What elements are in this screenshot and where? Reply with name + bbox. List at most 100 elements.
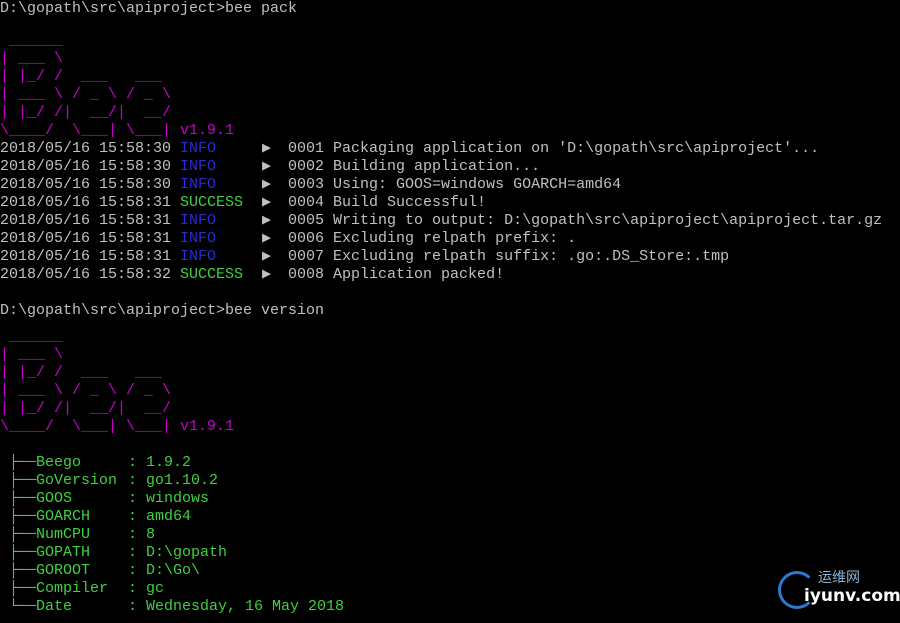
log-timestamp: 2018/05/16 15:58:30 (0, 140, 172, 157)
tree-branch-icon: ├── (0, 472, 37, 489)
log-message: 0004 Build Successful! (288, 194, 487, 211)
log-level-info: INFO (180, 212, 217, 229)
logo-art-line: | |_/ /| __/| __/ (0, 400, 172, 417)
tree-separator: : (128, 544, 147, 561)
bee-logo-1: ______ | ___ \ | |_/ / ___ ___ | ___ \ / _ … (0, 32, 900, 140)
bee-logo-2: ______ | ___ \ | |_/ / ___ ___ | ___ \ / _ … (0, 328, 900, 436)
arrow-icon: ▶ (262, 140, 272, 157)
tree-value: gc (146, 580, 165, 597)
log-level-info: INFO (180, 230, 217, 247)
log-line: 2018/05/16 15:58:31 INFO ▶ 0007 Excluding r… (0, 248, 900, 266)
log-line: 2018/05/16 15:58:31 INFO ▶ 0006 Excluding r… (0, 230, 900, 248)
watermark-logo: 运维网 iyunv.com (778, 569, 900, 615)
tree-branch-icon: ├── (0, 562, 37, 579)
arrow-icon: ▶ (262, 194, 272, 211)
logo-art-line: | ___ \ / _ \ / _ \ (0, 382, 172, 399)
log-level-success: SUCCESS (180, 194, 244, 211)
version-tree-item: ├──Compiler: gc (0, 580, 900, 598)
log-timestamp: 2018/05/16 15:58:31 (0, 248, 172, 265)
logo-art-line: | ___ \ (0, 50, 64, 67)
arrow-icon: ▶ (262, 266, 272, 283)
tree-separator: : (128, 454, 147, 471)
tree-value: D:\Go\ (146, 562, 201, 579)
tree-value: Wednesday, 16 May 2018 (146, 598, 345, 615)
log-timestamp: 2018/05/16 15:58:32 (0, 266, 172, 283)
tree-value: 1.9.2 (146, 454, 192, 471)
terminal-output: D:\gopath\src\apiproject>bee pack ______… (0, 0, 900, 616)
logo-art-line: | |_/ /| __/| __/ (0, 104, 172, 121)
tree-branch-icon: ├── (0, 508, 37, 525)
log-timestamp: 2018/05/16 15:58:30 (0, 176, 172, 193)
log-line: 2018/05/16 15:58:30 INFO ▶ 0002 Building ap… (0, 158, 900, 176)
version-tree-item: ├──NumCPU: 8 (0, 526, 900, 544)
log-level-info: INFO (180, 158, 217, 175)
log-line: 2018/05/16 15:58:31 INFO ▶ 0005 Writing to … (0, 212, 900, 230)
log-level-info: INFO (180, 248, 217, 265)
tree-value: D:\gopath (146, 544, 228, 561)
log-message: 0003 Using: GOOS=windows GOARCH=amd64 (288, 176, 622, 193)
tree-key: Beego (36, 454, 82, 471)
logo-art-line: | ___ \ (0, 346, 64, 363)
log-message: 0008 Application packed! (288, 266, 505, 283)
tree-separator: : (128, 526, 147, 543)
tree-value: 8 (146, 526, 156, 543)
command-line-pack: D:\gopath\src\apiproject>bee pack (0, 0, 298, 17)
tree-value: amd64 (146, 508, 192, 525)
arrow-icon: ▶ (262, 158, 272, 175)
tree-key: Compiler (36, 580, 109, 597)
log-level-info: INFO (180, 140, 217, 157)
tree-key: GOROOT (36, 562, 91, 579)
version-tree-item: └──Date: Wednesday, 16 May 2018 (0, 598, 900, 616)
logo-art-text: \____/ \___| \___| (0, 122, 172, 139)
log-level-info: INFO (180, 176, 217, 193)
logo-art-line: | ___ \ / _ \ / _ \ (0, 86, 172, 103)
arrow-icon: ▶ (262, 176, 272, 193)
logo-art-line: \____/ \___| \___| v1.9.1 (0, 122, 900, 140)
tree-separator: : (128, 508, 147, 525)
tree-branch-icon: ├── (0, 526, 37, 543)
logo-art-line: \____/ \___| \___| v1.9.1 (0, 418, 900, 436)
log-timestamp: 2018/05/16 15:58:31 (0, 212, 172, 229)
tree-key: GOARCH (36, 508, 91, 525)
tree-separator: : (128, 490, 147, 507)
arrow-icon: ▶ (262, 248, 272, 265)
tree-key: GoVersion (36, 472, 118, 489)
version-tree-item: ├──Beego: 1.9.2 (0, 454, 900, 472)
log-line: 2018/05/16 15:58:31 SUCCESS ▶ 0004 Build Su… (0, 194, 900, 212)
watermark-cn: 运维网 (818, 570, 860, 586)
command-line-version: D:\gopath\src\apiproject>bee version (0, 302, 325, 319)
logo-art-line: | |_/ / ___ ___ (0, 364, 163, 381)
log-message: 0006 Excluding relpath prefix: . (288, 230, 577, 247)
log-line: 2018/05/16 15:58:30 INFO ▶ 0001 Packaging a… (0, 140, 900, 158)
version-tree-item: ├──GOPATH: D:\gopath (0, 544, 900, 562)
watermark-en: iyunv.com (804, 586, 900, 606)
version-label: v1.9.1 (180, 122, 235, 139)
logo-art-text: \____/ \___| \___| (0, 418, 172, 435)
log-timestamp: 2018/05/16 15:58:30 (0, 158, 172, 175)
log-list: 2018/05/16 15:58:30 INFO ▶ 0001 Packaging a… (0, 140, 900, 284)
tree-key: GOOS (36, 490, 73, 507)
log-message: 0007 Excluding relpath suffix: .go:.DS_S… (288, 248, 730, 265)
tree-value: windows (146, 490, 210, 507)
logo-art-line: | |_/ / ___ ___ (0, 68, 163, 85)
log-message: 0001 Packaging application on 'D:\gopath… (288, 140, 820, 157)
log-level-success: SUCCESS (180, 266, 244, 283)
log-message: 0002 Building application... (288, 158, 541, 175)
log-timestamp: 2018/05/16 15:58:31 (0, 194, 172, 211)
tree-separator: : (128, 472, 147, 489)
version-tree-item: ├──GOROOT: D:\Go\ (0, 562, 900, 580)
version-label: v1.9.1 (180, 418, 235, 435)
tree-key: GOPATH (36, 544, 91, 561)
tree-branch-icon: ├── (0, 580, 37, 597)
version-tree-item: ├──GOOS: windows (0, 490, 900, 508)
arrow-icon: ▶ (262, 230, 272, 247)
tree-branch-icon: ├── (0, 490, 37, 507)
logo-art-line: ______ (0, 32, 64, 49)
tree-key: NumCPU (36, 526, 91, 543)
tree-branch-icon: ├── (0, 544, 37, 561)
log-line: 2018/05/16 15:58:30 INFO ▶ 0003 Using: GOOS… (0, 176, 900, 194)
version-tree-item: ├──GOARCH: amd64 (0, 508, 900, 526)
log-timestamp: 2018/05/16 15:58:31 (0, 230, 172, 247)
tree-value: go1.10.2 (146, 472, 219, 489)
tree-separator: : (128, 580, 147, 597)
